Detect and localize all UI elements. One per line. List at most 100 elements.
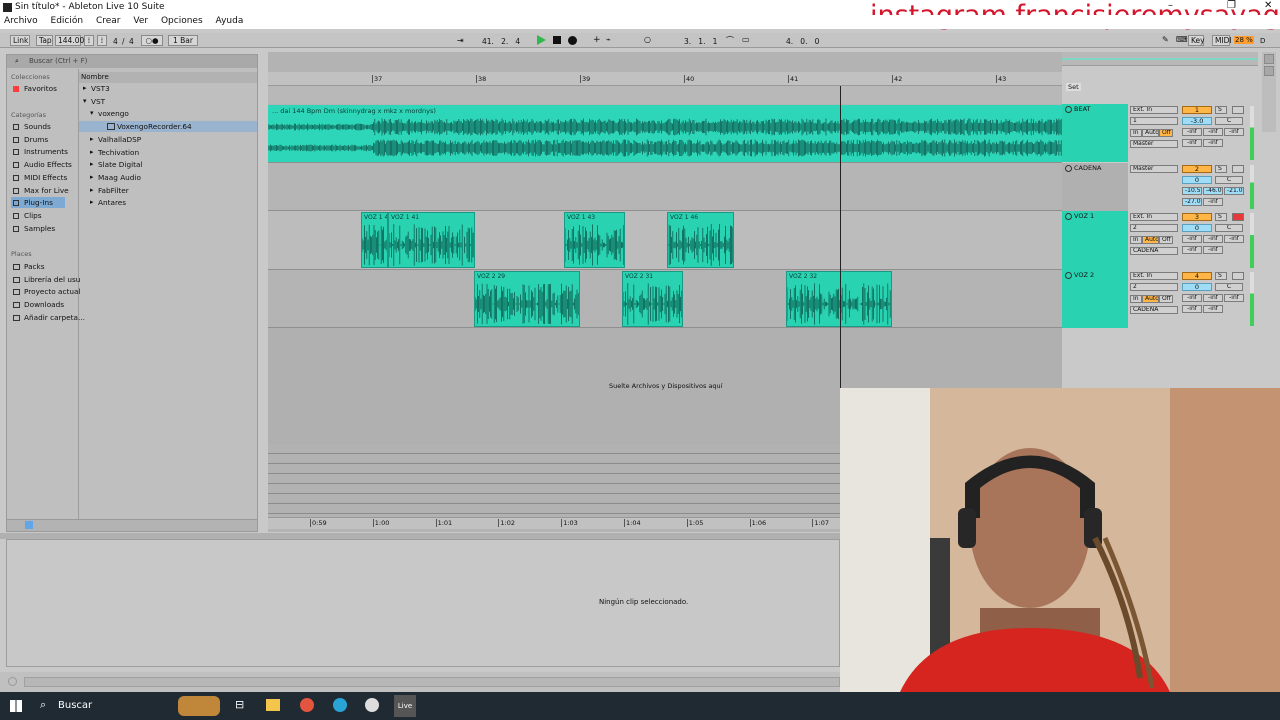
tempo-field[interactable]: 144.00 xyxy=(55,35,84,46)
lane-voz1[interactable]: VOZ 1 4 VOZ 1 41 VOZ 1 43 VOZ 1 46 xyxy=(268,211,1062,270)
send-field[interactable]: -inf xyxy=(1224,235,1244,243)
send-field[interactable]: -inf xyxy=(1203,294,1223,302)
extra-send-field[interactable]: -27.0 xyxy=(1182,198,1202,206)
tree-arrow-icon[interactable]: ▸ xyxy=(90,160,94,168)
output-select[interactable]: CADENA xyxy=(1130,306,1178,314)
clip-view-icon[interactable] xyxy=(1264,54,1274,64)
record-button[interactable] xyxy=(568,36,577,45)
loop-start-field[interactable]: 3. 1. 1 xyxy=(684,37,717,46)
browser-tree-item[interactable]: FabFilter xyxy=(98,185,129,196)
category-max-for-live[interactable]: Max for Live xyxy=(24,185,69,196)
arm-button[interactable] xyxy=(1232,213,1244,221)
track-activator[interactable]: 1 xyxy=(1182,106,1212,114)
detail-view[interactable]: Ningún clip seleccionado. xyxy=(6,539,840,667)
output-select[interactable]: Master xyxy=(1130,140,1178,148)
audio-clip[interactable]: VOZ 1 41 xyxy=(388,212,475,268)
browser-tree-item[interactable]: Slate Digital xyxy=(98,159,142,170)
monitor-off-button[interactable]: Off xyxy=(1159,236,1173,244)
tree-arrow-icon[interactable]: ▾ xyxy=(83,97,87,105)
monitor-auto-button[interactable]: Auto xyxy=(1142,236,1159,244)
play-button[interactable] xyxy=(537,35,546,45)
send-field[interactable]: -inf xyxy=(1224,294,1244,302)
stop-button[interactable] xyxy=(553,36,561,44)
category-instruments[interactable]: Instruments xyxy=(24,146,68,157)
track-activator[interactable]: 2 xyxy=(1182,165,1212,173)
menu-ver[interactable]: Ver xyxy=(133,16,148,26)
menu-opciones[interactable]: Opciones xyxy=(161,16,203,26)
solo-button[interactable]: S xyxy=(1215,272,1227,280)
browser-tree-item[interactable]: voxengo xyxy=(98,108,129,119)
time-sig-numerator[interactable]: 4 xyxy=(113,37,118,46)
lane-beat[interactable]: ... dai 144 Bpm Dm (skinnydrag x mkz x m… xyxy=(268,105,1062,163)
key-map-button[interactable]: Key xyxy=(1188,35,1205,46)
capture-icon[interactable]: ○ xyxy=(644,35,651,44)
track-activator[interactable]: 3 xyxy=(1182,213,1212,221)
menu-crear[interactable]: Crear xyxy=(96,16,121,26)
send-field[interactable]: -21.0 xyxy=(1224,187,1244,195)
browser-divider[interactable] xyxy=(78,69,79,531)
send-field[interactable]: -inf xyxy=(1203,235,1223,243)
tree-arrow-icon[interactable]: ▸ xyxy=(90,148,94,156)
input-type-select[interactable]: Ext. In xyxy=(1130,213,1178,221)
arm-button[interactable] xyxy=(1232,272,1244,280)
audio-clip[interactable]: VOZ 2 32 xyxy=(786,271,892,327)
browser-tree-item[interactable]: ValhallaDSP xyxy=(98,134,141,145)
lane-cadena[interactable] xyxy=(268,163,1062,211)
arrangement-position[interactable]: 41. 2. 4 xyxy=(482,37,520,46)
metronome-icon[interactable]: ⁞ xyxy=(84,35,94,46)
preview-icon[interactable] xyxy=(25,521,33,529)
track-header-voz-1[interactable]: VOZ 1 xyxy=(1062,211,1128,270)
input-channel-select[interactable]: 1 xyxy=(1130,117,1178,125)
overdub-icon[interactable]: ○● xyxy=(141,35,163,46)
input-type-select[interactable]: Master xyxy=(1130,165,1178,173)
volume-field[interactable]: 0 xyxy=(1182,283,1212,291)
extra-send-field[interactable]: -inf xyxy=(1203,246,1223,254)
tree-arrow-icon[interactable]: ▾ xyxy=(90,109,94,117)
input-channel-select[interactable]: 2 xyxy=(1130,283,1178,291)
extra-send-field[interactable]: -inf xyxy=(1203,305,1223,313)
audio-clip[interactable]: VOZ 1 43 xyxy=(564,212,625,268)
menu-ayuda[interactable]: Ayuda xyxy=(216,16,244,26)
volume-field[interactable]: 0 xyxy=(1182,224,1212,232)
pan-field[interactable]: C xyxy=(1215,117,1243,125)
category-audio-effects[interactable]: Audio Effects xyxy=(24,159,72,170)
input-channel-select[interactable]: 2 xyxy=(1130,224,1178,232)
menu-edicion[interactable]: Edición xyxy=(51,16,84,26)
link-button[interactable]: Link xyxy=(10,35,30,46)
tap-button[interactable]: Tap xyxy=(36,35,53,46)
file-explorer-icon[interactable] xyxy=(266,699,280,711)
app-icon-tray[interactable] xyxy=(365,698,379,712)
output-select[interactable]: CADENA xyxy=(1130,247,1178,255)
midi-map-button[interactable]: MIDI xyxy=(1212,35,1232,46)
computer-keyboard-icon[interactable]: ⌨ xyxy=(1176,35,1188,44)
taskbar-search[interactable]: Buscar xyxy=(58,700,92,711)
track-header-voz-2[interactable]: VOZ 2 xyxy=(1062,270,1128,328)
browser-tree-item[interactable]: VST3 xyxy=(91,83,110,94)
pan-field[interactable]: C xyxy=(1215,283,1243,291)
category-midi-effects[interactable]: MIDI Effects xyxy=(24,172,67,183)
overdub-plus-icon[interactable]: + xyxy=(593,35,601,45)
category-samples[interactable]: Samples xyxy=(24,223,55,234)
fold-icon[interactable] xyxy=(1065,165,1072,172)
solo-button[interactable]: S xyxy=(1215,165,1227,173)
quantize-select[interactable]: 1 Bar xyxy=(168,35,198,46)
tree-arrow-icon[interactable]: ▸ xyxy=(90,198,94,206)
place-item[interactable]: Packs xyxy=(24,261,45,272)
punch-icon[interactable]: ▭ xyxy=(742,35,750,44)
device-view-icon[interactable] xyxy=(1264,66,1274,76)
category-drums[interactable]: Drums xyxy=(24,134,48,145)
send-field[interactable]: -inf xyxy=(1182,235,1202,243)
taskbar-search-icon[interactable]: ⌕ xyxy=(40,698,46,712)
fold-icon[interactable] xyxy=(1065,106,1072,113)
nudge-icon[interactable]: ⁞ xyxy=(97,35,107,46)
draw-mode-icon[interactable]: ✎ xyxy=(1162,35,1169,44)
automation-icon[interactable]: ⌁ xyxy=(606,35,611,44)
extra-send-field[interactable]: -inf xyxy=(1182,246,1202,254)
browser-tree-item[interactable]: VST xyxy=(91,96,105,107)
tree-arrow-icon[interactable]: ▸ xyxy=(90,186,94,194)
task-view-icon[interactable]: ⊟ xyxy=(235,698,244,711)
time-ruler[interactable]: 0:59 1:00 1:01 1:02 1:03 1:04 1:05 1:06 1:07 xyxy=(268,517,840,529)
monitor-auto-button[interactable]: Auto xyxy=(1142,129,1159,137)
monitor-auto-button[interactable]: Auto xyxy=(1142,295,1159,303)
bar-ruler[interactable]: 37 38 39 40 41 42 43 xyxy=(268,72,1062,86)
